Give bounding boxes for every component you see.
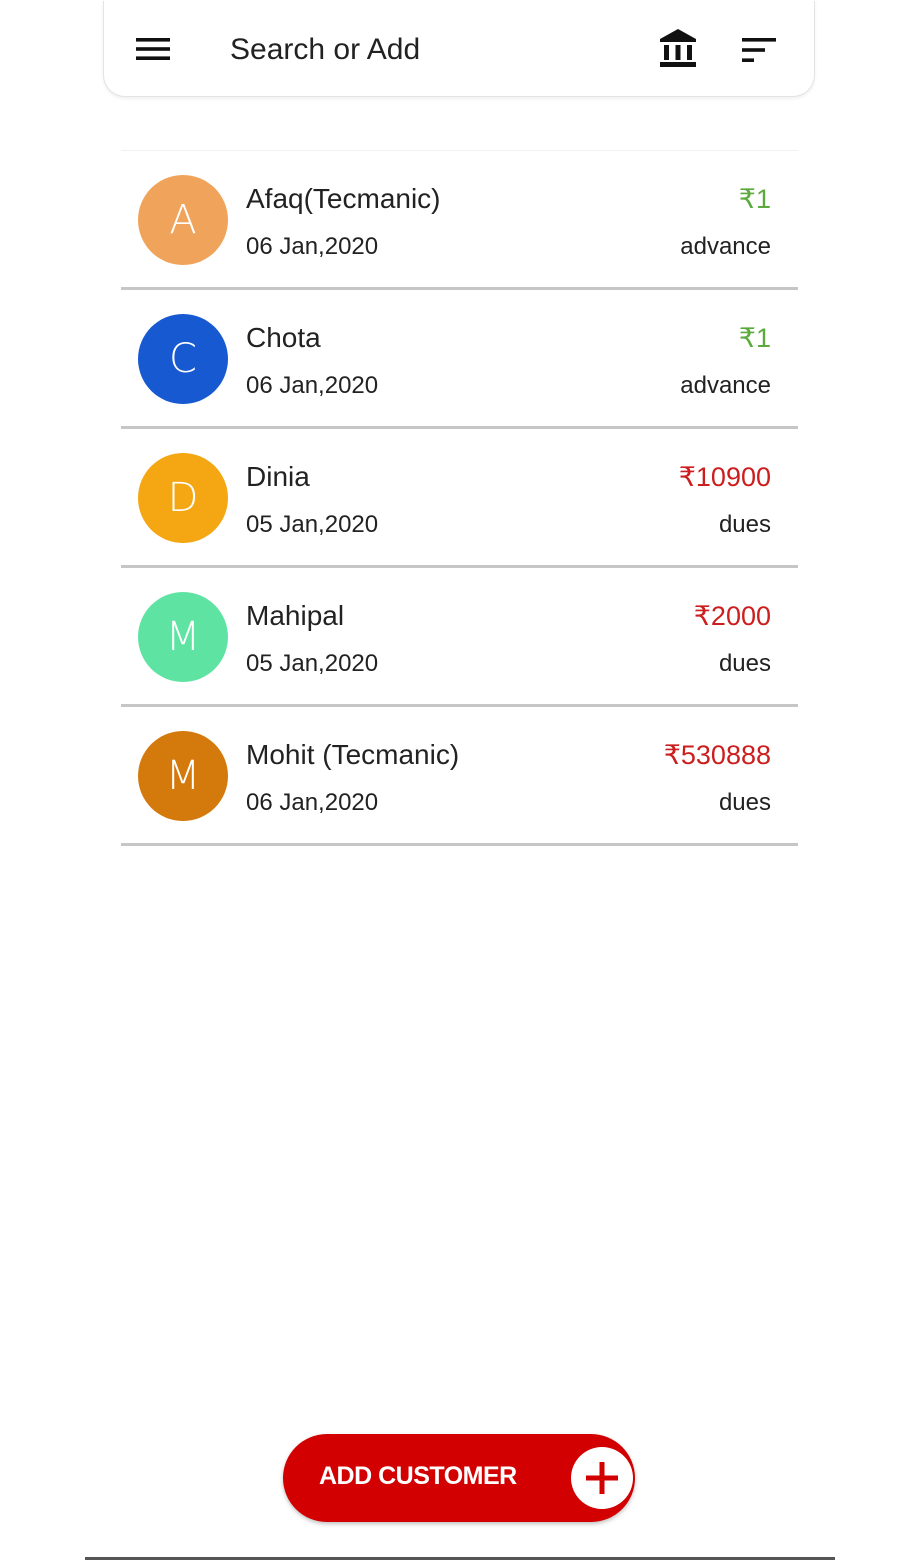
sort-icon	[742, 38, 776, 62]
customer-amount: ₹1	[738, 323, 771, 353]
bank-icon	[660, 29, 696, 67]
plus-glyph	[586, 1462, 618, 1494]
customer-status: advance	[680, 233, 771, 260]
customer-list: A Afaq(Tecmanic) 06 Jan,2020 ₹1 advance …	[121, 150, 798, 846]
customer-row[interactable]: M Mahipal 05 Jan,2020 ₹2000 dues	[121, 568, 798, 707]
avatar: C	[138, 314, 228, 404]
customer-status: advance	[680, 372, 771, 399]
plus-icon	[571, 1447, 633, 1509]
customer-date: 06 Jan,2020	[246, 233, 379, 260]
add-customer-button[interactable]: ADD CUSTOMER	[283, 1434, 635, 1522]
customer-row[interactable]: C Chota 06 Jan,2020 ₹1 advance	[121, 290, 798, 429]
customer-row[interactable]: M Mohit (Tecmanic) 06 Jan,2020 ₹530888 d…	[121, 707, 798, 846]
customer-name: Mohit (Tecmanic)	[246, 739, 460, 770]
avatar: M	[138, 731, 228, 821]
customer-row[interactable]: A Afaq(Tecmanic) 06 Jan,2020 ₹1 advance	[121, 150, 798, 290]
customer-status: dues	[718, 789, 771, 816]
customer-row[interactable]: D Dinia 05 Jan,2020 ₹10900 dues	[121, 429, 798, 568]
app-screen: A Afaq(Tecmanic) 06 Jan,2020 ₹1 advance …	[0, 0, 920, 1562]
customer-date: 05 Jan,2020	[246, 511, 379, 538]
customer-date: 06 Jan,2020	[246, 789, 379, 816]
menu-button[interactable]	[130, 29, 176, 69]
customer-name: Chota	[246, 322, 321, 353]
customer-amount: ₹530888	[663, 740, 771, 770]
customer-status: dues	[718, 650, 771, 677]
avatar: D	[138, 453, 228, 543]
customer-date: 06 Jan,2020	[246, 372, 379, 399]
customer-name: Afaq(Tecmanic)	[246, 183, 441, 214]
customer-status: dues	[718, 511, 771, 538]
customer-amount: ₹1	[738, 184, 771, 214]
avatar: A	[138, 175, 228, 265]
customer-name: Mahipal	[246, 600, 345, 631]
customer-amount: ₹2000	[693, 601, 771, 631]
bottom-divider	[85, 1557, 835, 1560]
add-customer-label: ADD CUSTOMER	[319, 1462, 517, 1490]
search-bar	[103, 1, 815, 97]
customer-name: Dinia	[246, 461, 310, 492]
customer-date: 05 Jan,2020	[246, 650, 379, 677]
bank-button[interactable]	[656, 27, 700, 71]
menu-icon	[136, 38, 170, 60]
avatar: M	[138, 592, 228, 682]
customer-amount: ₹10900	[678, 462, 771, 492]
search-input[interactable]	[230, 27, 620, 73]
sort-button[interactable]	[738, 33, 780, 67]
